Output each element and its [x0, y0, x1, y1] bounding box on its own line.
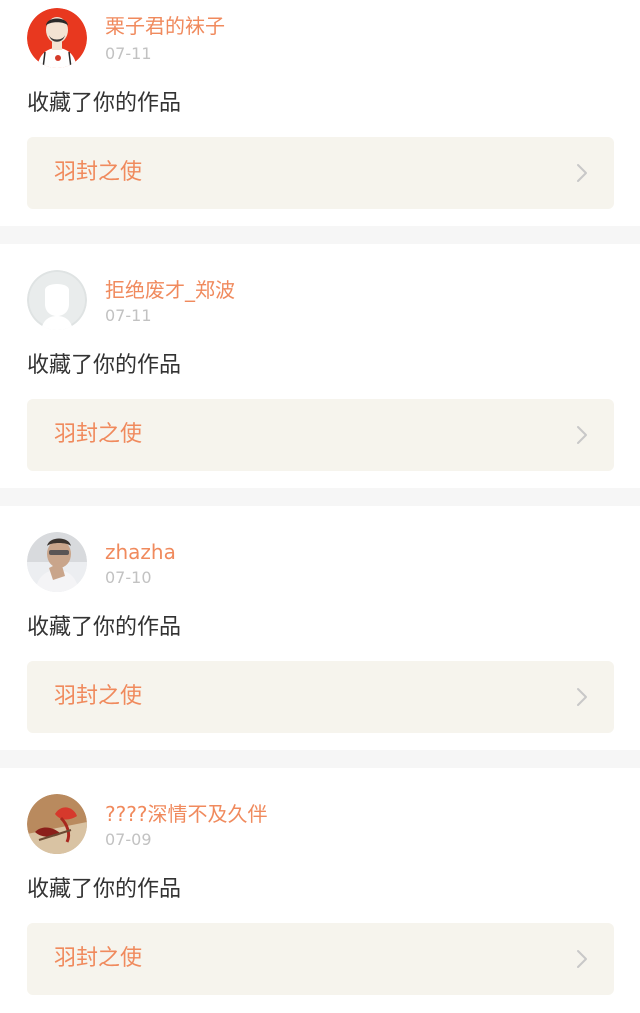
default-avatar-icon	[27, 270, 87, 330]
username[interactable]: ????深情不及久伴	[105, 802, 267, 826]
work-title: 羽封之使	[54, 684, 143, 709]
timestamp: 07-10	[105, 568, 152, 587]
work-link[interactable]: 羽封之使	[27, 661, 614, 733]
work-link[interactable]: 羽封之使	[27, 923, 614, 995]
notification-card: 拒绝废才_郑波 07-11 收藏了你的作品 羽封之使	[0, 244, 640, 488]
username[interactable]: 栗子君的袜子	[105, 14, 225, 38]
avatar[interactable]	[27, 270, 87, 330]
username[interactable]: zhazha	[105, 540, 176, 564]
timestamp: 07-11	[105, 44, 152, 63]
avatar-photo-icon	[27, 532, 87, 592]
activity-text: 收藏了你的作品	[27, 877, 182, 902]
work-title: 羽封之使	[54, 946, 143, 971]
chevron-right-icon	[577, 426, 587, 444]
activity-text: 收藏了你的作品	[27, 615, 182, 640]
work-title: 羽封之使	[54, 422, 143, 447]
activity-text: 收藏了你的作品	[27, 353, 182, 378]
avatar[interactable]	[27, 794, 87, 854]
notification-feed: 栗子君的袜子 07-11 收藏了你的作品 羽封之使 拒绝废才_郑波 07-11 …	[0, 0, 640, 1013]
timestamp: 07-11	[105, 306, 152, 325]
notification-card: 栗子君的袜子 07-11 收藏了你的作品 羽封之使	[0, 0, 640, 226]
notification-card: ????深情不及久伴 07-09 收藏了你的作品 羽封之使	[0, 768, 640, 1013]
chevron-right-icon	[577, 164, 587, 182]
avatar-illustration-icon	[27, 8, 87, 68]
chevron-right-icon	[577, 688, 587, 706]
notification-card: zhazha 07-10 收藏了你的作品 羽封之使	[0, 506, 640, 750]
work-link[interactable]: 羽封之使	[27, 399, 614, 471]
timestamp: 07-09	[105, 830, 152, 849]
work-title: 羽封之使	[54, 160, 143, 185]
avatar[interactable]	[27, 532, 87, 592]
work-link[interactable]: 羽封之使	[27, 137, 614, 209]
chevron-right-icon	[577, 950, 587, 968]
avatar[interactable]	[27, 8, 87, 68]
activity-text: 收藏了你的作品	[27, 91, 182, 116]
username[interactable]: 拒绝废才_郑波	[105, 278, 235, 302]
avatar-photo-icon	[27, 794, 87, 854]
